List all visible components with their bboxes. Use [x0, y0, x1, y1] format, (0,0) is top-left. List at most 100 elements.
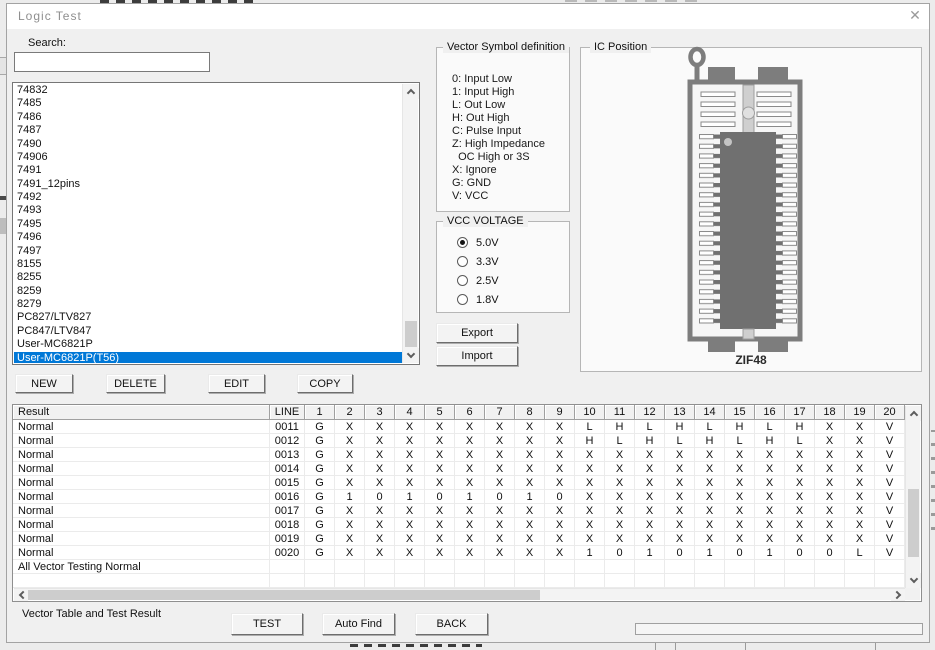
column-header-line[interactable]: LINE — [270, 405, 305, 420]
column-header-1[interactable]: 1 — [305, 405, 335, 420]
table-row[interactable]: Normal0020GXXXXXXXX101010100LV — [13, 546, 905, 560]
column-header-8[interactable]: 8 — [515, 405, 545, 420]
vcc-option-3.3V[interactable]: 3.3V — [457, 252, 499, 271]
list-item[interactable]: 7495 — [14, 218, 402, 231]
back-button[interactable]: BACK — [415, 613, 488, 635]
list-item[interactable]: 8255 — [14, 271, 402, 284]
list-item[interactable]: User-MC6821P(T56) — [14, 352, 402, 364]
scroll-right-icon[interactable] — [891, 589, 905, 601]
table-row[interactable]: Normal0012GXXXXXXXXHLHLHLHLXXV — [13, 434, 905, 448]
value-cell: X — [395, 518, 425, 532]
value-cell: X — [635, 490, 665, 504]
column-header-16[interactable]: 16 — [755, 405, 785, 420]
search-input[interactable] — [14, 52, 210, 72]
radio-icon[interactable] — [457, 275, 468, 286]
table-row[interactable]: Normal0014GXXXXXXXXXXXXXXXXXXV — [13, 462, 905, 476]
table-row[interactable]: Normal0015GXXXXXXXXXXXXXXXXXXV — [13, 476, 905, 490]
radio-icon[interactable] — [457, 237, 468, 248]
edit-button[interactable]: EDIT — [208, 374, 265, 393]
column-header-5[interactable]: 5 — [425, 405, 455, 420]
list-item[interactable]: 7496 — [14, 231, 402, 244]
column-header-4[interactable]: 4 — [395, 405, 425, 420]
scroll-up-icon[interactable] — [906, 406, 921, 421]
list-item[interactable]: 7493 — [14, 204, 402, 217]
list-item[interactable]: 7491_12pins — [14, 178, 402, 191]
list-item[interactable]: 74906 — [14, 151, 402, 164]
table-row[interactable]: Normal0018GXXXXXXXXXXXXXXXXXXV — [13, 518, 905, 532]
column-header-13[interactable]: 13 — [665, 405, 695, 420]
vcc-option-2.5V[interactable]: 2.5V — [457, 271, 499, 290]
scroll-left-icon[interactable] — [14, 589, 28, 601]
column-header-6[interactable]: 6 — [455, 405, 485, 420]
line-cell: 0013 — [270, 448, 305, 462]
value-cell: X — [665, 532, 695, 546]
column-header-20[interactable]: 20 — [875, 405, 905, 420]
list-item[interactable]: 7491 — [14, 164, 402, 177]
list-item[interactable]: 74832 — [14, 84, 402, 97]
list-item[interactable]: 7490 — [14, 138, 402, 151]
column-header-11[interactable]: 11 — [605, 405, 635, 420]
list-item[interactable]: PC827/LTV827 — [14, 311, 402, 324]
vector-symbol-line: 0: Input Low — [452, 73, 545, 86]
vcc-option-5.0V[interactable]: 5.0V — [457, 233, 499, 252]
test-button[interactable]: TEST — [231, 613, 303, 635]
column-header-18[interactable]: 18 — [815, 405, 845, 420]
list-scrollbar-thumb[interactable] — [405, 321, 417, 347]
radio-icon[interactable] — [457, 256, 468, 267]
column-header-10[interactable]: 10 — [575, 405, 605, 420]
value-cell: X — [785, 532, 815, 546]
new-button[interactable]: NEW — [15, 374, 73, 393]
auto-find-button[interactable]: Auto Find — [322, 613, 395, 635]
scroll-down-icon[interactable] — [403, 348, 419, 363]
table-empty-row[interactable] — [13, 574, 905, 588]
list-item[interactable]: 8155 — [14, 258, 402, 271]
list-item[interactable]: 7497 — [14, 245, 402, 258]
value-cell: X — [485, 462, 515, 476]
table-row[interactable]: Normal0019GXXXXXXXXXXXXXXXXXXV — [13, 532, 905, 546]
scroll-down-icon[interactable] — [906, 573, 921, 588]
value-cell: L — [725, 434, 755, 448]
column-header-9[interactable]: 9 — [545, 405, 575, 420]
delete-button[interactable]: DELETE — [106, 374, 165, 393]
list-item[interactable]: 8259 — [14, 285, 402, 298]
list-item[interactable]: 8279 — [14, 298, 402, 311]
close-icon[interactable]: ✕ — [903, 4, 927, 26]
column-header-14[interactable]: 14 — [695, 405, 725, 420]
title-bar[interactable] — [7, 4, 929, 29]
table-vscrollbar-thumb[interactable] — [908, 489, 919, 557]
table-row[interactable]: Normal0016G10101010XXXXXXXXXXV — [13, 490, 905, 504]
value-cell — [635, 560, 665, 574]
column-header-7[interactable]: 7 — [485, 405, 515, 420]
list-item[interactable]: User-MC6821P — [14, 338, 402, 351]
radio-icon[interactable] — [457, 294, 468, 305]
column-header-result[interactable]: Result — [13, 405, 270, 420]
table-summary-row[interactable]: All Vector Testing Normal — [13, 560, 905, 574]
list-item[interactable]: 7486 — [14, 111, 402, 124]
table-row[interactable]: Normal0013GXXXXXXXXXXXXXXXXXXV — [13, 448, 905, 462]
value-cell: 0 — [725, 546, 755, 560]
scroll-up-icon[interactable] — [403, 84, 419, 99]
list-item[interactable]: PC847/LTV847 — [14, 325, 402, 338]
value-cell: X — [665, 462, 695, 476]
value-cell: H — [695, 434, 725, 448]
table-row[interactable]: Normal0017GXXXXXXXXXXXXXXXXXXV — [13, 504, 905, 518]
column-header-19[interactable]: 19 — [845, 405, 875, 420]
export-button[interactable]: Export — [436, 323, 518, 343]
column-header-15[interactable]: 15 — [725, 405, 755, 420]
table-hscrollbar[interactable] — [14, 588, 905, 600]
list-item[interactable]: 7487 — [14, 124, 402, 137]
list-item[interactable]: 7485 — [14, 97, 402, 110]
vcc-option-1.8V[interactable]: 1.8V — [457, 290, 499, 309]
list-item[interactable]: 7492 — [14, 191, 402, 204]
table-vscrollbar[interactable] — [905, 406, 920, 588]
list-scrollbar[interactable] — [402, 84, 418, 363]
copy-button[interactable]: COPY — [297, 374, 353, 393]
table-hscrollbar-thumb[interactable] — [28, 590, 540, 600]
value-cell: X — [335, 518, 365, 532]
table-row[interactable]: Normal0011GXXXXXXXXLHLHLHLHXXV — [13, 420, 905, 434]
column-header-3[interactable]: 3 — [365, 405, 395, 420]
column-header-2[interactable]: 2 — [335, 405, 365, 420]
column-header-17[interactable]: 17 — [785, 405, 815, 420]
column-header-12[interactable]: 12 — [635, 405, 665, 420]
import-button[interactable]: Import — [436, 346, 518, 366]
